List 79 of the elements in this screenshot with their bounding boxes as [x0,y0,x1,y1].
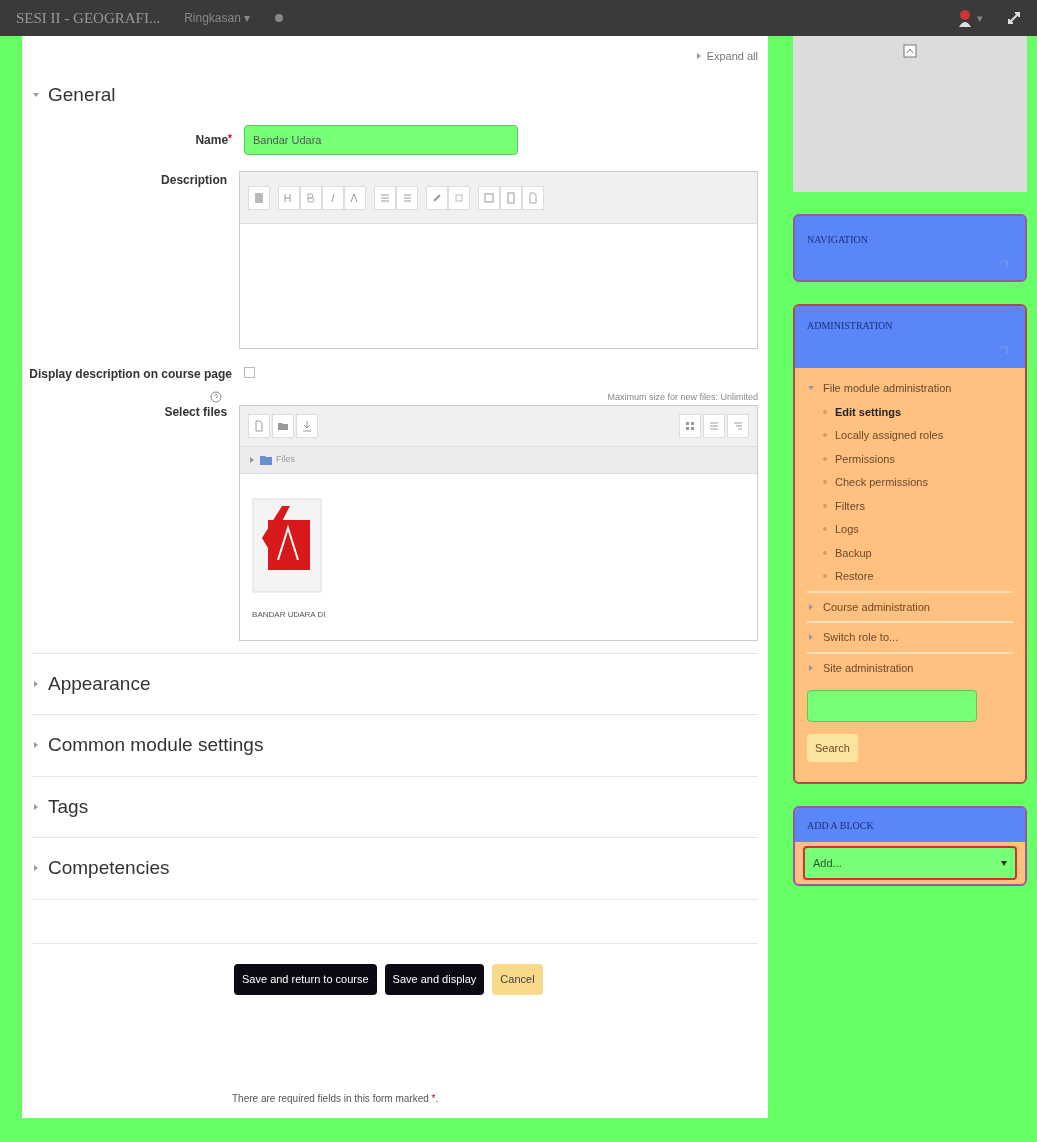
bullet-icon [823,456,827,461]
file-item[interactable]: BANDAR UDARA DI [252,497,345,621]
admin-tree-item[interactable]: Site administration [807,659,914,676]
block-title: NAVIGATION [807,233,868,247]
caret-right-icon [32,802,40,811]
admin-menu-link[interactable]: Edit settings [835,403,901,420]
image-placeholder-icon [903,44,917,58]
fullscreen-icon[interactable] [1007,11,1021,25]
name-field[interactable]: Bandar Udara [244,125,518,155]
admin-menu-link[interactable]: Filters [835,497,865,514]
bullet-icon [823,503,827,508]
course-title[interactable]: SESI II - GEOGRAFI... [16,6,161,30]
list-view-icon[interactable] [703,413,725,438]
section-header[interactable]: General [32,64,116,125]
pdf-file-icon [252,497,323,593]
folder-icon [260,454,273,465]
required-mark: * [228,132,232,146]
section-header[interactable]: Common module settings [32,715,264,776]
submit-button[interactable]: Save and return to course [234,963,377,995]
user-menu[interactable]: ▾ [957,9,983,27]
bullet-icon [823,550,827,555]
admin-menu-link[interactable]: Permissions [835,450,895,467]
admin-tree-item[interactable]: Course administration [807,598,930,615]
caret-right-icon [694,52,703,61]
checkbox[interactable] [244,367,255,378]
field-label: Display description on course page [29,366,232,383]
expand-all-link[interactable]: Expand all [694,48,758,65]
admin-menu-link[interactable]: Backup [835,544,872,561]
admin-tree-item[interactable]: File module administration [807,380,952,397]
bullet-icon [823,409,827,414]
field-label: Name [195,132,229,149]
dropdown-caret-icon [1001,860,1007,866]
search-field[interactable] [807,690,977,722]
section-header[interactable]: Appearance [32,653,151,714]
caret-right-icon [32,864,40,873]
max-size-note: Maximum size for new files: Unlimited [607,391,758,404]
italic-icon[interactable] [322,185,345,210]
required-fields-note: There are required fields in this form marked *. [231,1092,440,1106]
text-style-icon[interactable] [344,185,367,210]
admin-menu-link[interactable]: Check permissions [835,474,928,491]
caret-right-icon [32,679,40,688]
caret-right-icon [32,741,40,750]
add-file-icon[interactable] [248,413,271,438]
toolbar-toggle-icon[interactable] [248,185,271,210]
heading-icon[interactable] [278,185,301,210]
grid-view-icon[interactable] [679,413,701,438]
numbered-list-icon[interactable] [396,185,419,210]
bullet-list-icon[interactable] [374,185,397,210]
folder-icon[interactable] [272,413,295,438]
caret-down-icon [32,90,40,99]
block-title: ADMINISTRATION [807,319,893,333]
submit-button[interactable]: Save and display [384,963,485,995]
section-header[interactable]: Competencies [32,838,170,899]
text-editor[interactable] [239,171,758,349]
add-block-select[interactable]: Add... [803,846,1017,880]
block-title: ADD A BLOCK [807,818,874,833]
section-header[interactable]: Tags [32,776,89,837]
caret-right-icon [807,602,815,611]
cancel-button[interactable]: Cancel [492,963,543,995]
file-icon[interactable] [522,185,545,210]
bullet-icon [823,574,827,579]
admin-menu-link[interactable]: Logs [835,521,859,538]
caret-right-icon [807,633,815,642]
menu-dropdown[interactable]: Ringkasan ▾ [184,9,251,27]
tree-view-icon[interactable] [727,413,749,438]
bullet-icon [823,480,827,485]
field-label: Select files [164,404,228,421]
admin-menu-link[interactable]: Restore [835,568,874,585]
link-icon[interactable] [426,185,449,210]
bullet-icon [823,527,827,532]
help-icon[interactable] [210,391,222,403]
search-button[interactable]: Search [807,734,858,762]
admin-tree-item[interactable]: Switch role to... [807,629,899,646]
bold-icon[interactable] [300,185,323,210]
field-label: Description [161,172,228,189]
caret-right-icon [807,663,815,672]
download-icon[interactable] [296,413,319,438]
admin-menu-link[interactable]: Locally assigned roles [835,427,944,444]
bullet-icon [823,433,827,438]
